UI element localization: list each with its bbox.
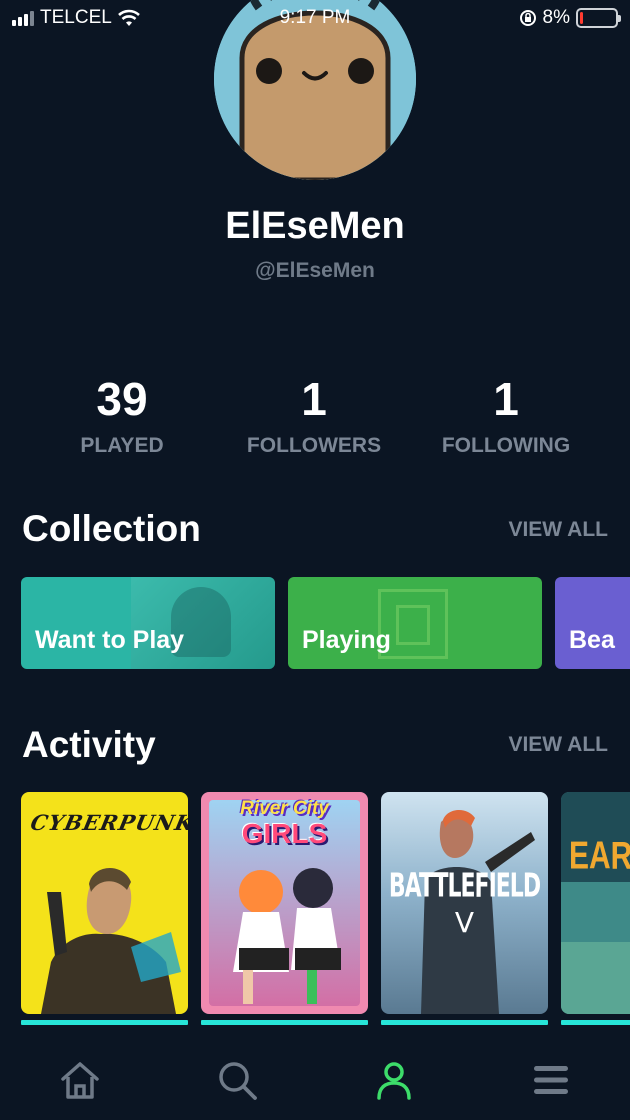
collection-card-beaten[interactable]: Bea	[555, 577, 630, 669]
stat-followers[interactable]: 1 FOLLOWERS	[214, 372, 414, 458]
battery-percent: 8%	[542, 7, 570, 28]
battery-fill	[580, 12, 583, 24]
cover-title-art: CYBERPUNK	[28, 810, 188, 835]
cover-title-art-line2: GIRLS	[241, 818, 328, 849]
game-cover: CYBERPUNK	[21, 792, 188, 1014]
stat-label: FOLLOWING	[441, 434, 571, 457]
collection-card-label: Playing	[302, 626, 391, 654]
collection-card-label: Want to Play	[35, 626, 185, 654]
game-card-river-city-girls[interactable]: River City GIRLS	[201, 792, 368, 1025]
game-progress-bar	[21, 1020, 188, 1025]
search-icon	[219, 1062, 257, 1100]
cover-figure	[41, 867, 181, 1014]
cover-title-art-line1: River City	[240, 798, 329, 819]
game-progress-bar	[561, 1020, 630, 1025]
stat-value: 1	[493, 373, 519, 425]
game-cover: River City GIRLS	[201, 792, 368, 1014]
cover-title-art-line1: BATTLEFIELD	[388, 867, 541, 906]
battery-icon	[576, 8, 621, 28]
activity-carousel[interactable]: CYBERPUNK River City GIRLS BATTLEFIELD V…	[0, 792, 630, 1032]
collection-card-want-to-play[interactable]: Want to Play	[21, 577, 275, 669]
game-progress-bar	[381, 1020, 548, 1025]
nav-profile[interactable]	[364, 1050, 424, 1110]
bottom-nav	[0, 1040, 630, 1120]
nav-search[interactable]	[207, 1050, 267, 1110]
collection-view-all-button[interactable]: VIEW ALL	[508, 518, 608, 542]
cover-figure	[233, 868, 341, 1004]
profile-icon	[377, 1062, 411, 1100]
game-card-battlefield-v[interactable]: BATTLEFIELD V	[381, 792, 548, 1025]
cover-title-art: EAR	[569, 834, 630, 878]
stat-value: 39	[96, 373, 148, 425]
status-right: 8%	[519, 7, 621, 29]
orientation-lock-icon	[519, 10, 536, 26]
game-cover: EAR	[561, 792, 630, 1014]
home-icon	[61, 1062, 99, 1099]
collection-title: Collection	[22, 508, 201, 549]
cover-title-art-line2: V	[454, 906, 475, 939]
collection-card-label: Bea	[569, 626, 615, 654]
stat-following[interactable]: 1 FOLLOWING	[406, 372, 606, 458]
menu-icon	[534, 1066, 568, 1094]
collection-card-playing[interactable]: Playing	[288, 577, 542, 669]
nav-menu[interactable]	[521, 1050, 581, 1110]
profile-handle: @ElEseMen	[255, 259, 375, 282]
collection-carousel[interactable]: Want to Play Playing Bea	[0, 577, 630, 669]
game-cover: BATTLEFIELD V	[381, 792, 548, 1014]
activity-title: Activity	[22, 724, 156, 765]
stat-label: PLAYED	[80, 434, 164, 457]
game-progress-bar	[201, 1020, 368, 1025]
status-bar: TELCEL 9:17 PM 8%	[0, 0, 630, 36]
activity-view-all-button[interactable]: VIEW ALL	[508, 733, 608, 757]
stat-label: FOLLOWERS	[246, 434, 382, 457]
stats-row: 39 PLAYED 1 FOLLOWERS 1 FOLLOWING	[0, 372, 630, 472]
stat-value: 1	[301, 373, 327, 425]
stat-played[interactable]: 39 PLAYED	[22, 372, 222, 458]
game-card-partial[interactable]: EAR	[561, 792, 630, 1025]
nav-home[interactable]	[50, 1050, 110, 1110]
game-card-cyberpunk[interactable]: CYBERPUNK	[21, 792, 188, 1025]
profile-name: ElEseMen	[225, 205, 405, 247]
